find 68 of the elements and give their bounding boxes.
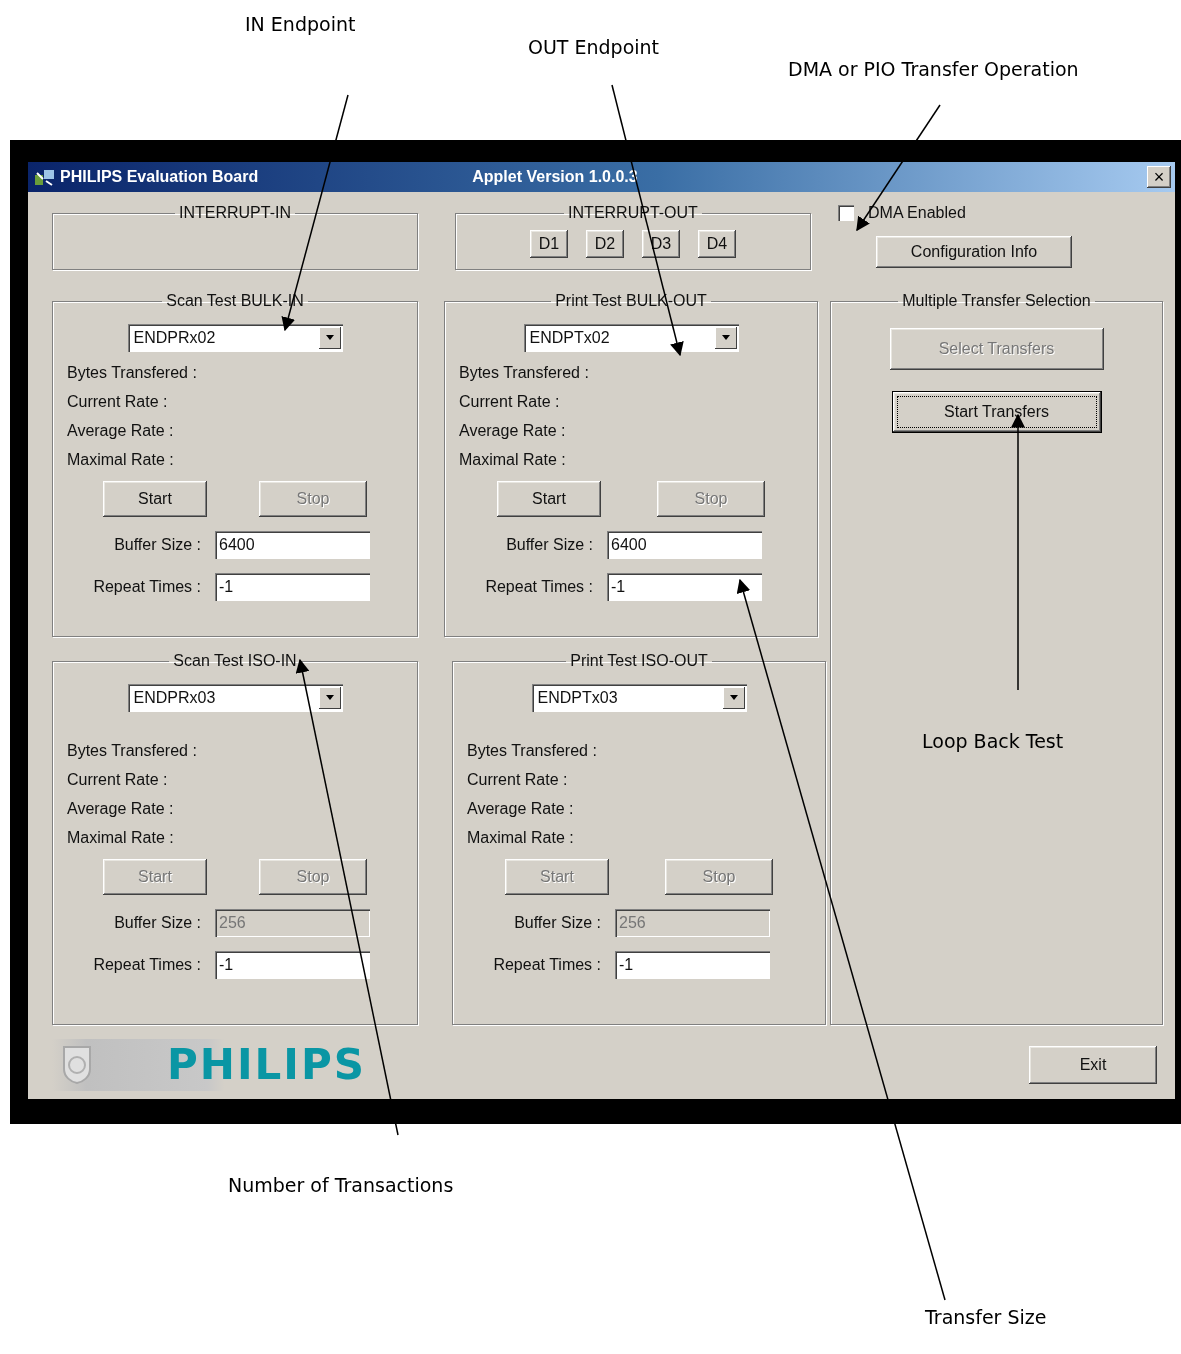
annotation-label: OUT Endpoint — [528, 36, 660, 58]
close-button[interactable]: × — [1147, 166, 1171, 188]
annotation-label: IN Endpoint — [245, 13, 356, 35]
group-title: Multiple Transfer Selection — [901, 292, 1092, 310]
repeat-times-field[interactable]: -1 — [215, 573, 370, 601]
stat-label: Maximal Rate : — [67, 451, 174, 469]
d-button[interactable]: D1 — [530, 230, 568, 258]
logo-text: PHILIPS — [167, 1040, 366, 1089]
field-label: Repeat Times : — [492, 956, 601, 974]
dropdown-arrow-button[interactable] — [318, 687, 341, 709]
endpoint-dropdown[interactable]: ENDPTx02 — [523, 324, 739, 352]
stat-label: Bytes Transfered : — [67, 364, 197, 382]
annotation-label: Loop Back Test — [922, 730, 1064, 752]
stat-label: Bytes Transfered : — [459, 364, 589, 382]
repeat-times-field[interactable]: -1 — [607, 573, 762, 601]
stat-label: Current Rate : — [67, 771, 168, 789]
stat-label: Current Rate : — [459, 393, 560, 411]
stat-label: Bytes Transfered : — [467, 742, 597, 760]
shield-icon — [62, 1044, 92, 1085]
stat-label: Maximal Rate : — [459, 451, 566, 469]
field-label: Repeat Times : — [92, 578, 201, 596]
group-title: Print Test ISO-OUT — [569, 652, 709, 670]
group-title: INTERRUPT-IN — [178, 204, 292, 222]
start-button[interactable]: Start — [103, 481, 207, 517]
buffer-size-field[interactable]: 6400 — [215, 531, 370, 559]
app-icon — [34, 167, 56, 187]
field-label: Buffer Size : — [113, 536, 201, 554]
buffer-size-field[interactable]: 6400 — [607, 531, 762, 559]
stat-label: Average Rate : — [467, 800, 574, 818]
dropdown-arrow-button[interactable] — [714, 327, 737, 349]
field-label: Buffer Size : — [505, 536, 593, 554]
window-title: PHILIPS Evaluation Board — [60, 168, 259, 186]
d-button[interactable]: D2 — [586, 230, 624, 258]
field-label: Buffer Size : — [513, 914, 601, 932]
start-transfers-button[interactable]: Start Transfers — [892, 392, 1101, 432]
stat-label: Average Rate : — [459, 422, 566, 440]
repeat-times-field[interactable]: -1 — [215, 951, 370, 979]
endpoint-dropdown[interactable]: ENDPTx03 — [531, 684, 747, 712]
stat-label: Current Rate : — [467, 771, 568, 789]
annotation-label: DMA or PIO Transfer Operation — [788, 58, 1079, 80]
stat-label: Bytes Transfered : — [67, 742, 197, 760]
exit-button[interactable]: Exit — [1029, 1045, 1157, 1084]
start-button[interactable]: Start — [497, 481, 601, 517]
d-button[interactable]: D3 — [642, 230, 680, 258]
caret-icon — [728, 695, 739, 701]
dropdown-arrow-button[interactable] — [318, 327, 341, 349]
stat-label: Current Rate : — [67, 393, 168, 411]
field-label: Repeat Times : — [484, 578, 593, 596]
field-label: Buffer Size : — [113, 914, 201, 932]
configuration-button[interactable]: Configuration Info — [876, 236, 1072, 268]
stat-label: Maximal Rate : — [467, 829, 574, 847]
caret-icon — [324, 335, 335, 341]
caret-icon — [720, 335, 731, 341]
annotation-label: Number of Transactions — [228, 1174, 454, 1196]
dropdown-arrow-button[interactable] — [722, 687, 745, 709]
annotation-label: Transfer Size — [925, 1306, 1047, 1328]
caret-icon — [324, 695, 335, 701]
endpoint-dropdown[interactable]: ENDPRx03 — [127, 684, 343, 712]
stat-label: Average Rate : — [67, 422, 174, 440]
d-button[interactable]: D4 — [698, 230, 736, 258]
field-label: Repeat Times : — [92, 956, 201, 974]
endpoint-dropdown[interactable]: ENDPRx02 — [127, 324, 343, 352]
stat-label: Average Rate : — [67, 800, 174, 818]
checkbox-label: DMA Enabled — [868, 204, 966, 222]
group-title: Scan Test ISO-IN — [172, 652, 298, 670]
repeat-times-field[interactable]: -1 — [615, 951, 770, 979]
dma-checkbox[interactable] — [838, 205, 854, 221]
stat-label: Maximal Rate : — [67, 829, 174, 847]
